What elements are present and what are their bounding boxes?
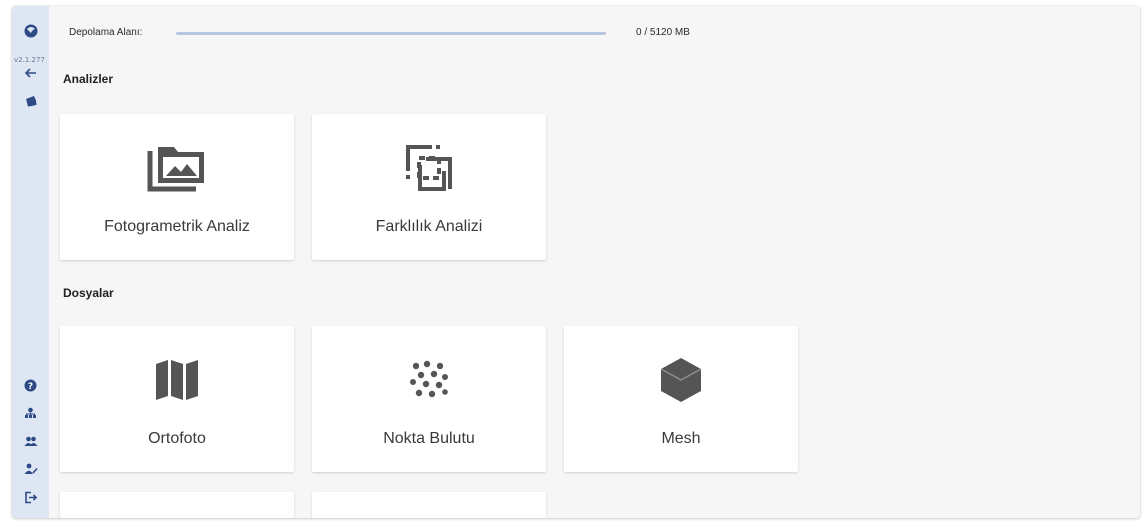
card-difference-analysis[interactable]: Farklılık Analizi <box>312 114 546 260</box>
card-label: Fotogrametrik Analiz <box>104 218 250 235</box>
wallet-icon[interactable] <box>12 92 49 110</box>
card-photogrammetric-analysis[interactable]: Fotogrametrik Analiz <box>60 114 294 260</box>
card-partial[interactable] <box>312 492 546 518</box>
main-content: Depolama Alanı: 0 / 5120 MB Analizler Fo… <box>49 6 1140 518</box>
svg-text:?: ? <box>28 382 33 392</box>
difference-icon <box>394 142 464 194</box>
logo-icon[interactable] <box>12 22 49 40</box>
logout-icon[interactable] <box>12 488 49 506</box>
section-title-files: Dosyalar <box>63 286 114 300</box>
card-label: Farklılık Analizi <box>375 218 483 235</box>
sidebar: v2.1.277 ? <box>12 6 49 518</box>
storage-progress-bar <box>176 32 606 35</box>
card-label: Mesh <box>661 430 701 447</box>
storage-indicator: Depolama Alanı: 0 / 5120 MB <box>69 26 769 40</box>
point-cloud-icon <box>394 354 464 406</box>
help-icon[interactable]: ? <box>12 376 49 394</box>
card-partial[interactable] <box>60 492 294 518</box>
cube-icon <box>646 354 716 406</box>
map-icon <box>142 354 212 406</box>
card-orthophoto[interactable]: Ortofoto <box>60 326 294 472</box>
card-point-cloud[interactable]: Nokta Bulutu <box>312 326 546 472</box>
card-label: Nokta Bulutu <box>383 430 475 447</box>
storage-label: Depolama Alanı: <box>69 27 143 38</box>
card-mesh[interactable]: Mesh <box>564 326 798 472</box>
storage-value: 0 / 5120 MB <box>636 27 690 38</box>
section-title-analyses: Analizler <box>63 72 114 86</box>
user-tree-icon[interactable] <box>12 404 49 422</box>
app-window: v2.1.277 ? Depolama Alanı: 0 / 5120 MB A… <box>12 6 1140 518</box>
photo-library-icon <box>142 142 212 194</box>
user-edit-icon[interactable] <box>12 460 49 478</box>
card-label: Ortofoto <box>148 430 206 447</box>
back-arrow-icon[interactable] <box>12 64 49 82</box>
version-label: v2.1.277 <box>14 56 45 64</box>
users-icon[interactable] <box>12 432 49 450</box>
